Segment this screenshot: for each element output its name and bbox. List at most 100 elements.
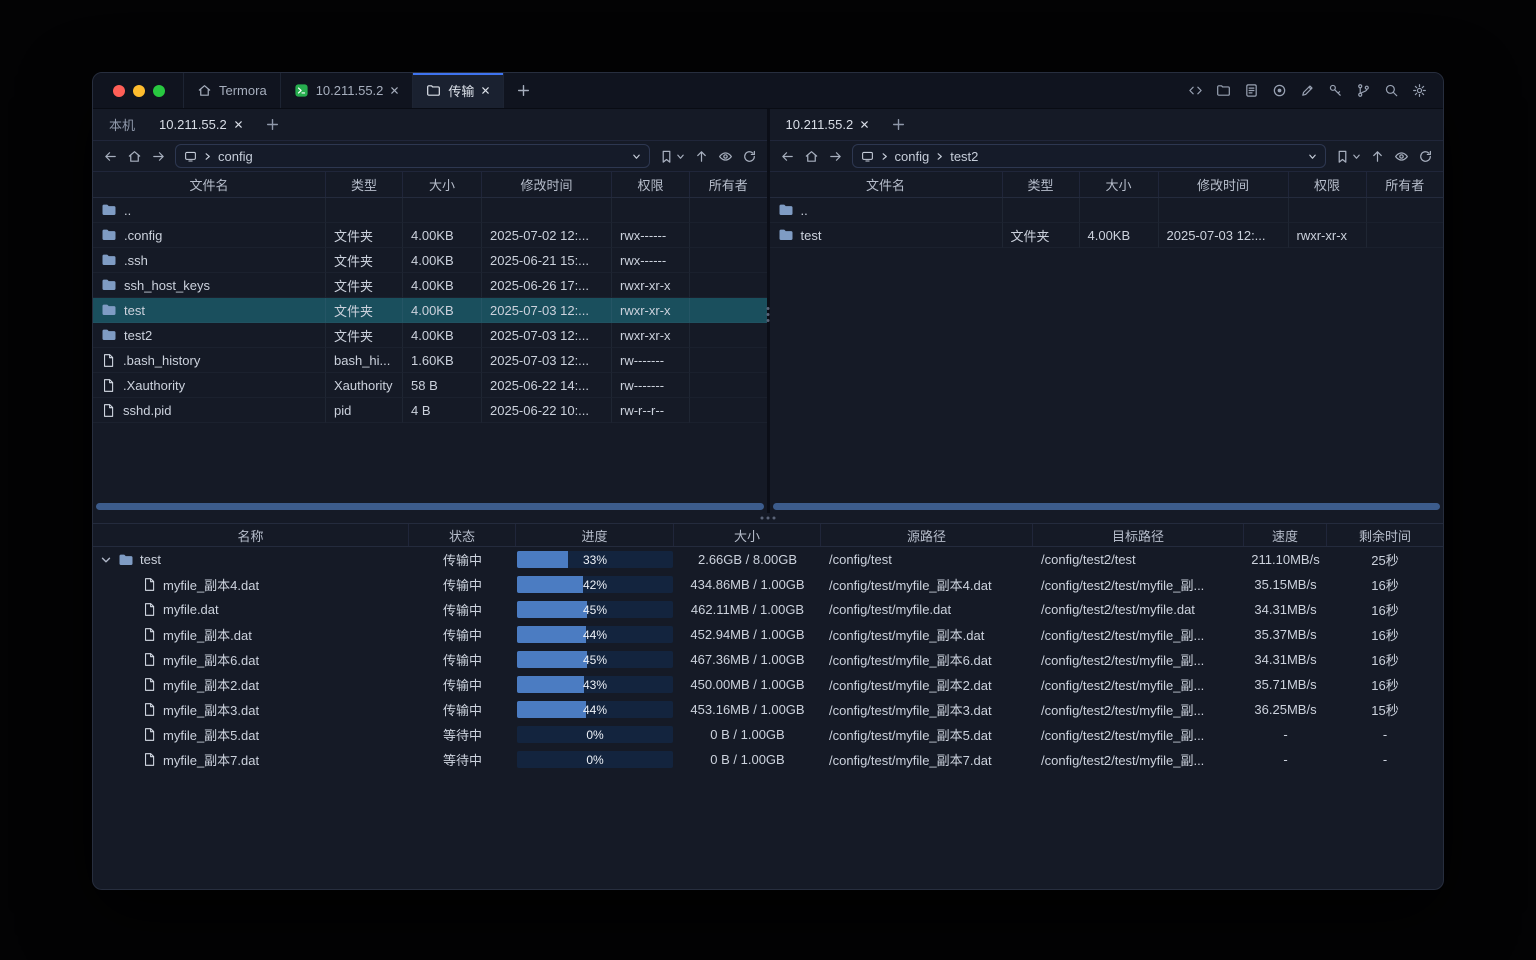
- transfer-row[interactable]: myfile_副本2.dat传输中43%450.00MB / 1.00GB/co…: [93, 672, 1443, 697]
- col-size[interactable]: 大小: [1080, 172, 1159, 197]
- transfer-src: /config/test/myfile_副本6.dat: [821, 647, 1033, 672]
- chevron-down-icon[interactable]: [632, 152, 641, 161]
- back-button[interactable]: [103, 149, 118, 164]
- right-path-breadcrumb[interactable]: config test2: [852, 144, 1327, 168]
- transfer-row[interactable]: myfile_副本3.dat传输中44%453.16MB / 1.00GB/co…: [93, 697, 1443, 722]
- tab-local[interactable]: 本机: [97, 109, 147, 140]
- file-row[interactable]: .config文件夹4.00KB2025-07-02 12:...rwx----…: [93, 223, 767, 248]
- col-size[interactable]: 大小: [403, 172, 482, 197]
- log-icon[interactable]: [1244, 83, 1259, 98]
- file-owner: [690, 323, 767, 348]
- file-row[interactable]: ..: [93, 198, 767, 223]
- key-icon[interactable]: [1328, 83, 1343, 98]
- horizontal-scrollbar[interactable]: [96, 503, 764, 510]
- code-icon[interactable]: [1188, 83, 1203, 98]
- tab-remote-host[interactable]: 10.211.55.2: [147, 109, 255, 140]
- close-tab-icon[interactable]: [481, 86, 490, 95]
- breadcrumb-segment[interactable]: test2: [950, 149, 978, 164]
- collapse-chevron-icon[interactable]: [100, 554, 112, 566]
- col-name[interactable]: 名称: [93, 524, 409, 546]
- close-tab-icon[interactable]: [390, 86, 399, 95]
- col-perm[interactable]: 权限: [612, 172, 690, 197]
- col-perm[interactable]: 权限: [1289, 172, 1367, 197]
- col-type[interactable]: 类型: [1003, 172, 1080, 197]
- file-row[interactable]: ..: [770, 198, 1444, 223]
- close-window-button[interactable]: [113, 85, 125, 97]
- tab-host-10-211-55-2[interactable]: 10.211.55.2: [281, 73, 414, 108]
- tab-remote-host[interactable]: 10.211.55.2: [774, 109, 882, 140]
- file-row[interactable]: test文件夹4.00KB2025-07-03 12:...rwxr-xr-x: [770, 223, 1444, 248]
- new-app-tab-button[interactable]: [504, 73, 543, 108]
- transfer-row[interactable]: myfile_副本5.dat等待中0%0 B / 1.00GB/config/t…: [93, 722, 1443, 747]
- show-hidden-button[interactable]: [1394, 149, 1409, 164]
- zoom-window-button[interactable]: [153, 85, 165, 97]
- col-filename[interactable]: 文件名: [770, 172, 1003, 197]
- chevron-down-icon[interactable]: [1308, 152, 1317, 161]
- file-row[interactable]: test文件夹4.00KB2025-07-03 12:...rwxr-xr-x: [93, 298, 767, 323]
- col-status[interactable]: 状态: [409, 524, 516, 546]
- col-speed[interactable]: 速度: [1244, 524, 1327, 546]
- close-tab-icon[interactable]: [860, 120, 869, 129]
- transfer-dst: /config/test2/test/myfile.dat: [1033, 597, 1244, 622]
- col-filename[interactable]: 文件名: [93, 172, 326, 197]
- transfer-row[interactable]: myfile_副本4.dat传输中42%434.86MB / 1.00GB/co…: [93, 572, 1443, 597]
- record-icon[interactable]: [1272, 83, 1287, 98]
- col-source-path[interactable]: 源路径: [821, 524, 1033, 546]
- chevron-right-icon: [880, 152, 889, 161]
- up-directory-button[interactable]: [1370, 149, 1385, 164]
- refresh-button[interactable]: [742, 149, 757, 164]
- minimize-window-button[interactable]: [133, 85, 145, 97]
- col-mtime[interactable]: 修改时间: [1159, 172, 1289, 197]
- transfer-status: 传输中: [409, 672, 516, 697]
- col-mtime[interactable]: 修改时间: [482, 172, 612, 197]
- file-row[interactable]: test2文件夹4.00KB2025-07-03 12:...rwxr-xr-x: [93, 323, 767, 348]
- transfer-row[interactable]: myfile_副本6.dat传输中45%467.36MB / 1.00GB/co…: [93, 647, 1443, 672]
- close-tab-icon[interactable]: [234, 120, 243, 129]
- transfer-row[interactable]: myfile_副本7.dat等待中0%0 B / 1.00GB/config/t…: [93, 747, 1443, 772]
- bookmark-button[interactable]: [1335, 149, 1361, 164]
- forward-button[interactable]: [151, 149, 166, 164]
- col-owner[interactable]: 所有者: [1367, 172, 1444, 197]
- transfer-progress-cell: 33%: [516, 547, 674, 572]
- col-owner[interactable]: 所有者: [690, 172, 767, 197]
- refresh-button[interactable]: [1418, 149, 1433, 164]
- folder-icon[interactable]: [1216, 83, 1231, 98]
- file-row[interactable]: ssh_host_keys文件夹4.00KB2025-06-26 17:...r…: [93, 273, 767, 298]
- horizontal-scrollbar[interactable]: [773, 503, 1441, 510]
- new-panel-tab-button[interactable]: [881, 117, 916, 132]
- col-type[interactable]: 类型: [326, 172, 403, 197]
- show-hidden-button[interactable]: [718, 149, 733, 164]
- left-path-breadcrumb[interactable]: config: [175, 144, 650, 168]
- tab-termora[interactable]: Termora: [183, 73, 281, 108]
- back-button[interactable]: [780, 149, 795, 164]
- forward-button[interactable]: [828, 149, 843, 164]
- col-target-path[interactable]: 目标路径: [1033, 524, 1244, 546]
- file-row[interactable]: .ssh文件夹4.00KB2025-06-21 15:...rwx------: [93, 248, 767, 273]
- up-directory-button[interactable]: [694, 149, 709, 164]
- file-row[interactable]: .XauthorityXauthority58 B2025-06-22 14:.…: [93, 373, 767, 398]
- breadcrumb-segment[interactable]: config: [895, 149, 930, 164]
- search-icon[interactable]: [1384, 83, 1399, 98]
- file-perm: [1289, 198, 1367, 223]
- col-progress[interactable]: 进度: [516, 524, 674, 546]
- transfer-speed: -: [1244, 747, 1327, 772]
- home-button[interactable]: [804, 149, 819, 164]
- file-row[interactable]: sshd.pidpid4 B2025-06-22 10:...rw-r--r--: [93, 398, 767, 423]
- home-icon: [197, 83, 212, 98]
- col-eta[interactable]: 剩余时间: [1327, 524, 1443, 546]
- tab-transfer[interactable]: 传输: [413, 73, 504, 108]
- bookmark-button[interactable]: [659, 149, 685, 164]
- settings-icon[interactable]: [1412, 83, 1427, 98]
- new-panel-tab-button[interactable]: [255, 117, 290, 132]
- edit-icon[interactable]: [1300, 83, 1315, 98]
- transfer-row[interactable]: myfile_副本.dat传输中44%452.94MB / 1.00GB/con…: [93, 622, 1443, 647]
- home-button[interactable]: [127, 149, 142, 164]
- branch-icon[interactable]: [1356, 83, 1371, 98]
- breadcrumb-segment[interactable]: config: [218, 149, 253, 164]
- transfer-splitter[interactable]: [93, 513, 1443, 523]
- col-size[interactable]: 大小: [674, 524, 821, 546]
- splitter-grip[interactable]: [761, 517, 776, 520]
- transfer-row[interactable]: test传输中33%2.66GB / 8.00GB/config/test/co…: [93, 547, 1443, 572]
- file-row[interactable]: .bash_historybash_hi...1.60KB2025-07-03 …: [93, 348, 767, 373]
- transfer-row[interactable]: myfile.dat传输中45%462.11MB / 1.00GB/config…: [93, 597, 1443, 622]
